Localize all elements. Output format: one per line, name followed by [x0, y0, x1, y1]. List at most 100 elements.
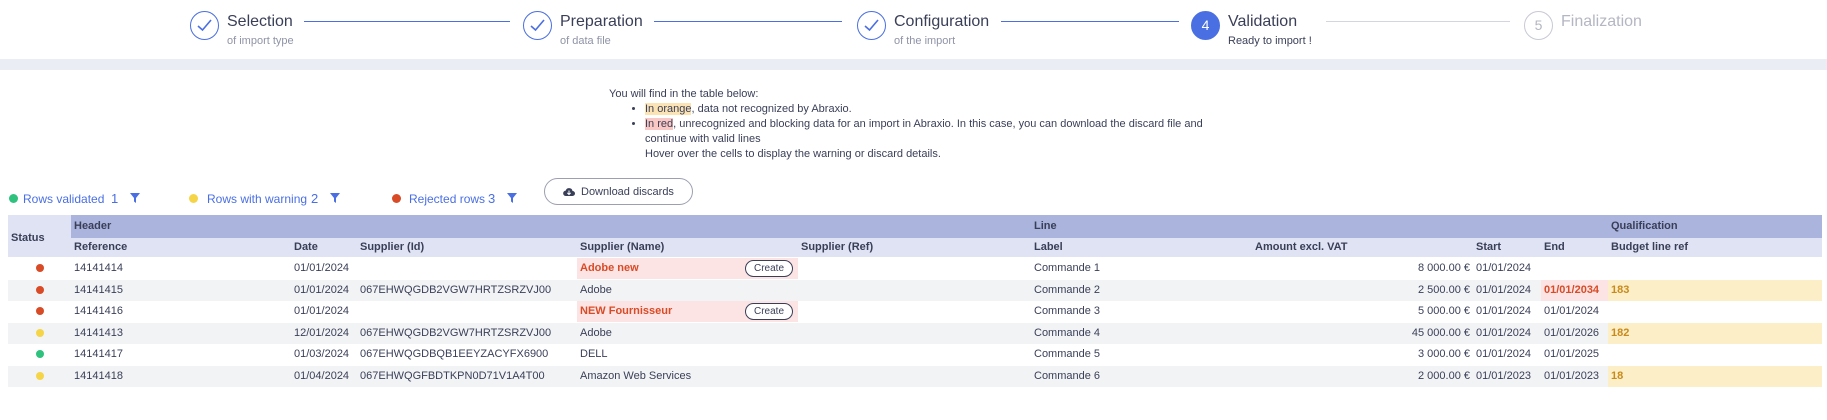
cell-supplier-name: Adobe — [580, 326, 612, 339]
step-connector — [1001, 21, 1179, 22]
filter-label: Rows validated — [23, 192, 105, 206]
step-title: Selection — [227, 13, 293, 30]
table-row[interactable]: 14141415 01/01/2024 067EHWQGDB2VGW7HRTZSRZ… — [8, 279, 1822, 301]
legend-intro: You will find in the table below: — [609, 88, 759, 100]
table-row[interactable]: 14141417 01/03/2024 067EHWQGDBQB1EEYZACYFX… — [8, 344, 1822, 365]
cell-reference: 14141414 — [74, 262, 123, 274]
cell-supplier-id: 067EHWQGDB2VGW7HRTZSRZVJ00 — [360, 326, 552, 339]
cell-label: Commande 2 — [1034, 283, 1101, 296]
check-icon — [190, 11, 219, 40]
cell-budget: 183 — [1608, 279, 1822, 301]
step-number: 4 — [1191, 11, 1220, 40]
cell-supplier-id — [357, 258, 577, 279]
step-number: 5 — [1524, 11, 1553, 40]
cell-label: Commande 4 — [1034, 326, 1101, 339]
column-date[interactable]: Date — [291, 238, 357, 257]
cell-end: 01/01/2025 — [1544, 348, 1600, 360]
download-label: Download discards — [581, 186, 674, 198]
legend-orange-text: , data not recognized by Abraxio. — [691, 103, 852, 115]
cell-supplier-id — [357, 301, 577, 322]
legend-red-text: , unrecognized and blocking data for an … — [673, 118, 1203, 130]
cell-budget: 182 — [1608, 322, 1822, 344]
table-row[interactable]: 14141414 01/01/2024 Adobe new Create Command… — [8, 258, 1822, 279]
column-label[interactable]: Label — [1031, 238, 1252, 257]
step-subtitle: of data file — [560, 35, 611, 47]
filter-count: 1 — [111, 191, 119, 206]
status-dot-rejected — [36, 307, 44, 315]
funnel-icon[interactable] — [130, 193, 140, 203]
group-header: Header — [71, 215, 1031, 238]
column-reference[interactable]: Reference — [71, 238, 291, 257]
step-title: Finalization — [1561, 13, 1642, 30]
create-supplier-button[interactable]: Create — [745, 260, 793, 277]
column-end[interactable]: End — [1541, 238, 1608, 257]
cell-supplier-ref — [798, 301, 1031, 322]
cell-supplier-ref — [798, 344, 1031, 365]
check-icon — [523, 11, 552, 40]
funnel-icon[interactable] — [507, 193, 517, 203]
cell-reference: 14141416 — [74, 305, 123, 317]
filter-label: Rejected rows — [409, 192, 486, 206]
group-qualification: Qualification — [1608, 215, 1822, 238]
column-amount[interactable]: Amount excl. VAT — [1252, 238, 1473, 257]
column-supplier-ref[interactable]: Supplier (Ref) — [798, 238, 1031, 257]
step-connector — [304, 21, 510, 22]
legend-info: You will find in the table below: In ora… — [609, 87, 1209, 162]
cell-reference: 14141417 — [74, 348, 123, 360]
cell-budget — [1608, 344, 1822, 365]
group-line: Line — [1031, 215, 1608, 238]
status-dot-rejected — [36, 285, 44, 294]
cell-amount: 45 000.00 € — [1411, 326, 1470, 339]
filter-count: 2 — [311, 191, 319, 206]
table-row[interactable]: 14141418 01/04/2024 067EHWQGFBDTKPN0D71V1A… — [8, 365, 1822, 387]
table-row[interactable]: 14141416 01/01/2024 NEW Fournisseur Create C… — [8, 301, 1822, 322]
status-dot-warning — [36, 371, 44, 380]
cell-supplier-name: Adobe — [580, 283, 612, 296]
step-validation[interactable]: 4 Validation Ready to import ! — [1191, 10, 1331, 50]
cell-start: 01/01/2024 — [1476, 326, 1532, 339]
legend-red-text-2: continue with valid lines — [645, 133, 761, 145]
step-title: Preparation — [560, 13, 643, 30]
column-status: Status — [8, 215, 71, 257]
orange-highlight: In orange — [645, 103, 692, 115]
cell-amount: 5 000.00 € — [1418, 305, 1470, 317]
column-start[interactable]: Start — [1473, 238, 1541, 257]
cell-supplier-ref — [798, 366, 1031, 387]
status-dot-rejected — [392, 194, 401, 203]
step-subtitle: of import type — [227, 35, 294, 47]
cell-supplier-ref — [798, 323, 1031, 344]
step-finalization[interactable]: 5 Finalization — [1524, 10, 1674, 50]
cell-amount: 8 000.00 € — [1418, 262, 1470, 274]
cell-label: Commande 3 — [1034, 305, 1101, 317]
funnel-icon[interactable] — [330, 193, 340, 203]
validation-panel: You will find in the table below: In ora… — [0, 70, 1827, 420]
cell-budget — [1608, 301, 1822, 322]
cell-amount: 3 000.00 € — [1418, 348, 1470, 360]
status-dot-warning — [36, 328, 44, 337]
status-dot-validated — [9, 194, 18, 203]
cell-budget: 18 — [1608, 365, 1822, 387]
column-supplier-id[interactable]: Supplier (Id) — [357, 238, 577, 257]
table-row[interactable]: 14141413 12/01/2024 067EHWQGDB2VGW7HRTZSRZ… — [8, 322, 1822, 344]
cell-date: 01/04/2024 — [294, 369, 350, 382]
step-configuration[interactable]: Configuration of the import — [857, 10, 1017, 50]
filter-count: 3 — [488, 191, 496, 206]
cell-reference: 14141413 — [74, 326, 123, 339]
cell-start: 01/01/2024 — [1476, 305, 1532, 317]
cell-date: 01/01/2024 — [294, 262, 350, 274]
step-preparation[interactable]: Preparation of data file — [523, 10, 663, 50]
create-supplier-button[interactable]: Create — [745, 303, 793, 320]
column-budget[interactable]: Budget line ref — [1608, 238, 1822, 257]
cell-date: 01/03/2024 — [294, 348, 350, 360]
cell-reference: 14141415 — [74, 283, 123, 296]
cell-supplier-id: 067EHWQGDBQB1EEYZACYFX6900 — [360, 348, 549, 360]
step-selection[interactable]: Selection of import type — [190, 10, 330, 50]
cell-label: Commande 1 — [1034, 262, 1101, 274]
status-dot-warning — [189, 194, 198, 203]
download-discards-button[interactable]: Download discards — [544, 178, 693, 205]
step-title: Validation — [1228, 13, 1298, 30]
column-supplier-name[interactable]: Supplier (Name) — [577, 238, 798, 257]
cell-amount: 2 500.00 € — [1418, 283, 1470, 296]
cell-supplier-id: 067EHWQGFBDTKPN0D71V1A4T00 — [360, 369, 545, 382]
cloud-download-icon — [563, 188, 575, 197]
